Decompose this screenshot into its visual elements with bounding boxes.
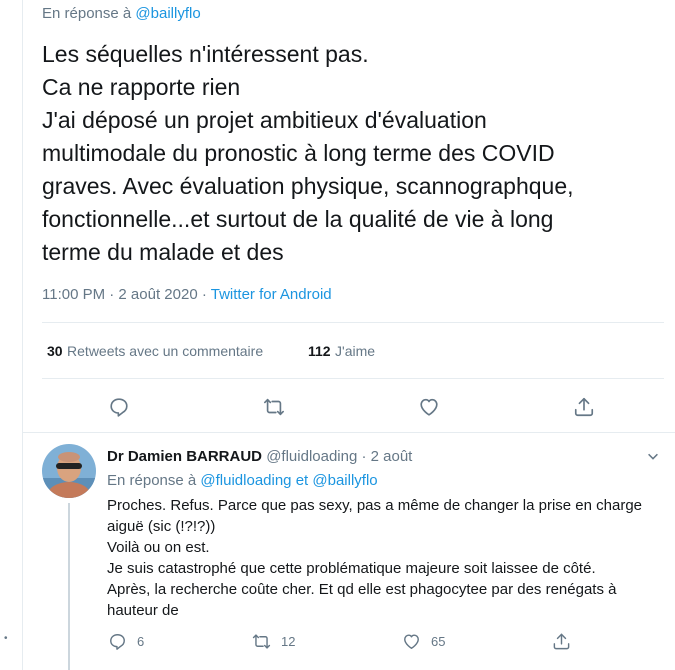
like-count: 65	[431, 634, 446, 649]
reply-context-handle-link[interactable]: @baillyflo	[135, 5, 200, 22]
reply-context-handle-link[interactable]: @baillyflo	[312, 472, 377, 489]
reply-context-handle-link[interactable]: @fluidloading	[200, 472, 291, 489]
retweets-stat[interactable]: 30 Retweets avec un commentaire	[47, 343, 263, 361]
retweets-label: Retweets avec un commentaire	[67, 343, 264, 359]
like-icon	[404, 634, 419, 649]
likes-count: 112	[308, 343, 331, 359]
share-icon	[574, 397, 594, 417]
reply-icon	[110, 634, 125, 650]
likes-label: J'aime	[335, 343, 376, 359]
reply-retweet-button[interactable]: 12	[252, 632, 295, 651]
reply-line: Je suis catastrophé que cette problémati…	[107, 560, 596, 577]
reply-reply-button[interactable]: 6	[108, 632, 144, 651]
share-button[interactable]	[573, 396, 597, 420]
reply-line: aiguë (sic (!?!?))	[107, 518, 216, 535]
thread-line	[68, 503, 70, 670]
tweet-line: multimodale du pronostic à long terme de…	[42, 140, 555, 166]
retweet-icon	[264, 398, 284, 416]
reply-line: Proches. Refus. Parce que pas sexy, pas …	[107, 497, 643, 514]
divider	[22, 432, 675, 433]
tweet-line: terme du malade et des	[42, 239, 284, 265]
tweet-source-link[interactable]: Twitter for Android	[211, 286, 332, 303]
reply-header: Dr Damien BARRAUD @fluidloading · 2 août	[107, 448, 412, 465]
reply-line: Après, la recherche coûte cher. Et qd el…	[107, 581, 617, 598]
reply-line: hauteur de	[107, 602, 179, 619]
tweet-line: J'ai déposé un projet ambitieux d'évalua…	[42, 107, 487, 133]
reply-share-button[interactable]	[552, 632, 571, 651]
reply-line: Voilà ou on est.	[107, 539, 210, 556]
share-icon	[553, 633, 570, 650]
like-icon	[420, 398, 438, 416]
timeline-left-border	[22, 0, 23, 670]
stray-mark: •	[4, 633, 8, 644]
tweet-line: Ca ne rapporte rien	[42, 74, 241, 100]
chevron-down-icon	[648, 453, 658, 460]
reply-context-prefix: En réponse à	[107, 472, 201, 489]
reply-like-button[interactable]: 65	[402, 632, 445, 651]
retweet-icon	[252, 634, 271, 649]
tweet-meta: 11:00 PM · 2 août 2020 · Twitter for And…	[42, 286, 332, 303]
tweet-timestamp-link[interactable]: 11:00 PM · 2 août 2020 ·	[42, 286, 211, 303]
more-menu-button[interactable]	[646, 449, 662, 465]
reply-author-name[interactable]: Dr Damien BARRAUD	[107, 448, 262, 465]
reply-text: Proches. Refus. Parce que pas sexy, pas …	[107, 495, 667, 621]
tweet-text: Les séquelles n'intéressent pas. Ca ne r…	[42, 38, 642, 269]
tweet-line: graves. Avec évaluation physique, scanno…	[42, 173, 574, 199]
tweet-line: Les séquelles n'intéressent pas.	[42, 41, 369, 67]
likes-stat[interactable]: 112 J'aime	[308, 343, 375, 361]
retweet-button[interactable]	[263, 396, 287, 420]
reply-context: En réponse à @baillyflo	[42, 5, 201, 22]
reply-context: En réponse à @fluidloading et @baillyflo	[107, 472, 378, 489]
reply-context-prefix: En réponse à	[42, 5, 132, 22]
divider	[42, 322, 664, 323]
tweet-line: fonctionnelle...et surtout de la qualité…	[42, 206, 554, 232]
divider	[42, 378, 664, 379]
reply-button[interactable]	[108, 396, 132, 420]
retweets-count: 30	[47, 343, 63, 359]
reply-icon	[110, 398, 128, 417]
retweet-count: 12	[281, 634, 296, 649]
avatar[interactable]	[42, 444, 96, 498]
reply-count: 6	[137, 634, 145, 649]
reply-handle-date[interactable]: @fluidloading · 2 août	[262, 448, 412, 465]
like-button[interactable]	[418, 396, 442, 420]
reply-context-and: et	[291, 472, 313, 489]
